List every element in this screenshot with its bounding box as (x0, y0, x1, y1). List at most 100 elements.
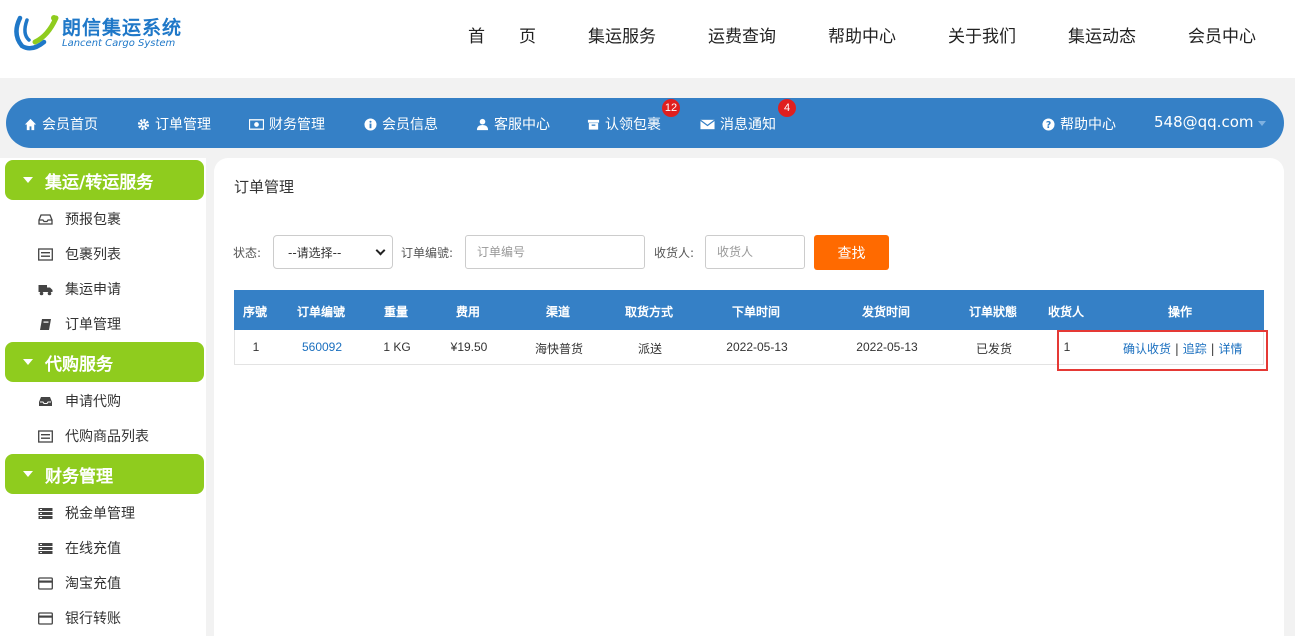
member-nav-info[interactable]: 会员信息 (364, 114, 438, 134)
sidebar-item-online-recharge[interactable]: 在线充值 (38, 538, 121, 558)
sidebar-item-label: 在线充值 (65, 541, 121, 557)
sidebar-item-consolidation-request[interactable]: 集运申请 (38, 279, 121, 299)
gear-icon (137, 118, 150, 130)
receiver-input[interactable] (705, 235, 805, 269)
brand-logo[interactable]: 朗信集运系统 Lancent Cargo System (10, 8, 190, 52)
list-icon (38, 247, 53, 261)
sidebar-item-label: 订单管理 (65, 317, 121, 333)
sidebar-item-label: 淘宝充值 (65, 576, 121, 592)
caret-down-icon (23, 471, 33, 477)
sidebar-item-label: 包裹列表 (65, 247, 121, 263)
search-button[interactable]: 查找 (814, 235, 889, 270)
truck-icon (38, 284, 53, 295)
member-nav-finance-label: 财务管理 (269, 117, 325, 133)
order-no-input[interactable] (465, 235, 645, 269)
main-nav-freight[interactable]: 运费查询 (708, 22, 776, 47)
home-icon (24, 118, 37, 130)
sidebar-section-title: 集运/转运服务 (45, 172, 154, 193)
column-header: 费用 (455, 305, 481, 319)
status-filter-label: 状态: (233, 246, 262, 260)
archive-icon (587, 119, 600, 130)
sidebar-item-label: 代购商品列表 (65, 429, 149, 445)
sidebar-item-apply-purchase[interactable]: 申请代购 (38, 391, 121, 411)
main-nav-help[interactable]: 帮助中心 (828, 22, 896, 47)
question-icon: ? (1042, 117, 1055, 130)
cell-seq: 1 (252, 340, 260, 354)
sidebar-item-label: 税金单管理 (65, 506, 135, 522)
cell-pickup: 派送 (637, 342, 663, 356)
envelope-icon (700, 119, 715, 129)
sidebar-section-title: 财务管理 (45, 466, 113, 487)
main-nav-about[interactable]: 关于我们 (948, 22, 1016, 47)
sidebar-item-bank-transfer[interactable]: 银行转账 (38, 608, 121, 628)
user-menu[interactable]: 548@qq.com (1154, 113, 1253, 131)
book-icon (40, 318, 51, 330)
sidebar-section-cargo[interactable]: 集运/转运服务 (5, 160, 204, 200)
cell-ship-time: 2022-05-13 (856, 340, 918, 354)
sidebar-item-forecast[interactable]: 预报包裹 (38, 209, 121, 229)
caret-down-icon (23, 359, 33, 365)
chevron-down-icon (375, 245, 386, 256)
member-nav-messages[interactable]: 消息通知 (700, 114, 776, 134)
caret-down-icon (23, 177, 33, 183)
cell-fee: ¥19.50 (450, 340, 488, 354)
sidebar: 集运/转运服务 预报包裹 包裹列表 集运申请 订单管理 代购服务 申请代购 代购… (0, 158, 206, 636)
cell-channel: 海快普货 (534, 342, 584, 356)
main-nav-member[interactable]: 会员中心 (1188, 22, 1256, 47)
message-count-badge: 4 (778, 99, 796, 117)
card-icon (38, 611, 53, 625)
brand-subtitle: Lancent Cargo System (62, 38, 176, 49)
column-header: 操作 (1167, 305, 1193, 319)
user-icon (476, 118, 489, 130)
member-nav-info-label: 会员信息 (382, 117, 438, 133)
chevron-down-icon[interactable] (1258, 121, 1266, 126)
column-header: 取货方式 (624, 305, 674, 319)
sidebar-item-order-management[interactable]: 订单管理 (38, 314, 121, 334)
member-nav-finance[interactable]: 财务管理 (249, 114, 325, 134)
sidebar-item-tax-bills[interactable]: 税金单管理 (38, 503, 135, 523)
main-panel: 订单管理 状态: --请选择-- 订单编號: 收货人: 查找 序號 订单编號 重… (214, 158, 1284, 636)
claim-count-badge: 12 (662, 99, 680, 117)
main-nav-home[interactable]: 首 页 (468, 22, 536, 47)
brand-name: 朗信集运系统 (62, 17, 183, 39)
order-no-filter-label: 订单编號: (401, 246, 454, 260)
member-nav-messages-label: 消息通知 (720, 117, 776, 133)
sidebar-item-taobao-recharge[interactable]: 淘宝充值 (38, 573, 121, 593)
member-nav-claim-label: 认领包裹 (605, 117, 661, 133)
member-nav-help[interactable]: ? 帮助中心 (1042, 114, 1116, 134)
money-icon (249, 118, 264, 130)
column-header: 渠道 (545, 305, 571, 319)
order-number-link[interactable]: 560092 (302, 340, 342, 354)
main-nav-news[interactable]: 集运动态 (1068, 22, 1136, 47)
list-icon (38, 429, 53, 443)
column-header: 重量 (383, 305, 409, 319)
info-icon (364, 117, 377, 131)
card-icon (38, 576, 53, 590)
member-nav-claim[interactable]: 认领包裹 (587, 114, 661, 134)
status-select[interactable]: --请选择-- (273, 235, 393, 269)
page-title: 订单管理 (234, 178, 295, 196)
member-nav-home[interactable]: 会员首页 (24, 114, 98, 134)
sidebar-item-purchase-list[interactable]: 代购商品列表 (38, 426, 149, 446)
highlight-box (1057, 330, 1268, 371)
tray-icon (39, 396, 52, 406)
sidebar-item-package-list[interactable]: 包裹列表 (38, 244, 121, 264)
main-nav-service[interactable]: 集运服务 (588, 22, 656, 47)
sidebar-section-purchasing[interactable]: 代购服务 (5, 342, 204, 382)
tasks-icon (38, 542, 53, 554)
member-nav-bar: 会员首页 订单管理 财务管理 会员信息 客服中心 认领包裹 12 消息通知 4 … (6, 98, 1284, 148)
member-nav-home-label: 会员首页 (42, 117, 98, 133)
cell-status: 已发货 (975, 342, 1013, 356)
member-nav-orders[interactable]: 订单管理 (137, 114, 211, 134)
sidebar-item-label: 银行转账 (65, 611, 121, 627)
sidebar-section-title: 代购服务 (45, 354, 113, 375)
column-header: 收货人 (1047, 305, 1085, 319)
cell-weight: 1 KG (383, 340, 411, 354)
sidebar-item-label: 集运申请 (65, 282, 121, 298)
cell-order-time: 2022-05-13 (726, 340, 788, 354)
logo-mark-icon (14, 15, 59, 51)
member-nav-support[interactable]: 客服中心 (476, 114, 550, 134)
sidebar-section-finance[interactable]: 财务管理 (5, 454, 204, 494)
sidebar-item-label: 申请代购 (65, 394, 121, 410)
column-header: 下单时间 (731, 305, 781, 319)
